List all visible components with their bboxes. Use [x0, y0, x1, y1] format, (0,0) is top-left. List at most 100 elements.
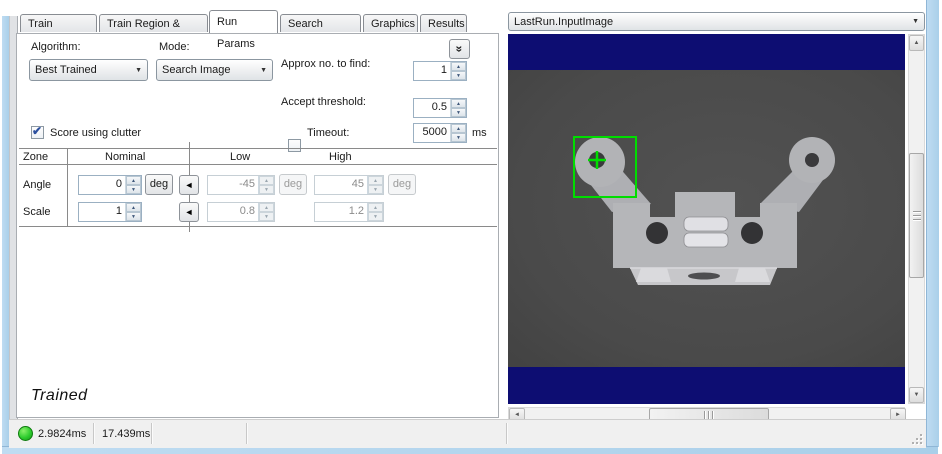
angle-row-label: Angle [23, 179, 52, 191]
spin-down-icon[interactable]: ▼ [451, 133, 466, 142]
tab-label: Graphics [371, 18, 416, 30]
tab-results[interactable]: Results [420, 14, 467, 32]
approx-count-label: Approx no. to find: [281, 58, 371, 70]
arrow-left-icon: ◄ [514, 412, 520, 418]
tab-train-params[interactable]: Train Params [20, 14, 97, 48]
angle-nominal-spinner[interactable]: 0 ▲ ▼ [78, 175, 142, 195]
angle-low-spinner: -45 ▲ ▼ [207, 175, 275, 195]
angle-low-unit-button: deg [279, 174, 307, 195]
chevron-down-icon: ▼ [260, 66, 267, 74]
scale-copy-left-button[interactable]: ◄ [179, 202, 199, 222]
scale-low-value: 0.8 [239, 205, 255, 217]
spin-up-icon[interactable]: ▲ [451, 62, 466, 71]
spin-up-icon[interactable]: ▲ [126, 176, 141, 185]
status-separator [246, 423, 248, 444]
tab-search-region[interactable]: Search Region [280, 14, 361, 48]
spin-down-icon: ▼ [259, 212, 274, 221]
angle-high-value: 45 [351, 178, 364, 190]
status-separator [93, 423, 95, 444]
scale-high-spinner: 1.2 ▲ ▼ [314, 202, 384, 222]
spin-down-icon[interactable]: ▼ [451, 71, 466, 80]
spin-down-icon[interactable]: ▼ [451, 108, 466, 117]
arrow-left-icon: ◄ [184, 207, 194, 217]
scroll-up-button[interactable]: ▲ [909, 35, 924, 51]
tab-label: Results [428, 18, 465, 30]
angle-nominal-value: 0 [115, 178, 122, 190]
vertical-scrollbar[interactable]: ▲ ▼ [908, 34, 925, 404]
thumb-grip-icon [704, 411, 714, 419]
approx-count-spinner[interactable]: 1 ▲ ▼ [413, 61, 467, 81]
status-time-tool: 17.439ms [102, 428, 151, 440]
timeout-spinner[interactable]: 5000 ▲ ▼ [413, 123, 467, 143]
table-divider-zone [67, 148, 68, 226]
tab-graphics[interactable]: Graphics [363, 14, 418, 32]
angle-high-unit-button: deg [388, 174, 416, 195]
arrow-left-icon: ◄ [184, 180, 194, 190]
trained-state-label: Trained [31, 387, 88, 404]
low-header: Low [230, 151, 251, 163]
spin-down-icon[interactable]: ▼ [126, 212, 141, 221]
spin-down-icon: ▼ [368, 212, 383, 221]
angle-low-value: -45 [239, 178, 255, 190]
accept-threshold-spinner[interactable]: 0.5 ▲ ▼ [413, 98, 467, 118]
image-display[interactable] [508, 70, 905, 367]
right-ear-hole [805, 153, 819, 167]
algorithm-value: Best Trained [35, 64, 97, 76]
spin-up-icon: ▲ [368, 203, 383, 212]
scroll-down-button[interactable]: ▼ [909, 387, 924, 403]
status-separator [151, 423, 153, 444]
chevron-down-icon: ▼ [912, 18, 919, 25]
algorithm-select[interactable]: Best Trained ▼ [29, 59, 148, 81]
spin-up-icon: ▲ [368, 176, 383, 185]
table-line-header [19, 164, 497, 165]
record-selector[interactable]: LastRun.InputImage ▼ [508, 12, 925, 31]
angle-unit-button[interactable]: deg [145, 174, 173, 195]
scale-row-label: Scale [23, 206, 51, 218]
mode-label: Mode: [159, 41, 190, 53]
mode-select[interactable]: Search Image ▼ [156, 59, 273, 81]
angle-high-spinner: 45 ▲ ▼ [314, 175, 384, 195]
record-selector-value: LastRun.InputImage [514, 15, 614, 28]
high-header: High [329, 151, 352, 163]
arrow-down-icon: ▼ [913, 392, 920, 398]
table-line-top [19, 148, 497, 149]
image-letterbox-bottom [508, 367, 905, 404]
approx-count-value: 1 [440, 64, 447, 76]
spin-up-icon[interactable]: ▲ [451, 99, 466, 108]
scale-nominal-spinner[interactable]: 1 ▲ ▼ [78, 202, 142, 222]
algorithm-label: Algorithm: [31, 41, 81, 53]
timeout-checkbox[interactable] [288, 139, 301, 152]
thumb-grip-icon [912, 210, 921, 221]
spin-up-icon[interactable]: ▲ [451, 124, 466, 133]
spin-down-icon: ▼ [259, 185, 274, 194]
spin-up-icon[interactable]: ▲ [126, 203, 141, 212]
window-border-left [2, 16, 9, 447]
chevron-down-icon: ▼ [135, 66, 142, 74]
angle-copy-left-button[interactable]: ◄ [179, 175, 199, 195]
vertical-scroll-thumb[interactable] [909, 153, 924, 278]
score-clutter-checkbox[interactable]: ✔ [31, 124, 44, 139]
status-time-total: 2.9824ms [38, 428, 87, 440]
score-clutter-label: Score using clutter [50, 127, 142, 139]
arrow-right-icon: ► [895, 412, 901, 418]
tab-run-params[interactable]: Run Params [209, 10, 278, 50]
bracket-image [508, 70, 905, 367]
spin-up-icon: ▲ [259, 203, 274, 212]
accept-threshold-label: Accept threshold: [281, 96, 366, 108]
nominal-header: Nominal [105, 151, 146, 163]
tab-train-region-origin[interactable]: Train Region & Origin [99, 14, 208, 48]
timeout-value: 5000 [422, 126, 447, 138]
timeout-label: Timeout: [307, 127, 350, 139]
accept-threshold-value: 0.5 [431, 101, 447, 113]
spin-down-icon[interactable]: ▼ [126, 185, 141, 194]
vision-tool-window: Train Params Train Region & Origin Run P… [0, 0, 942, 454]
body-hole-right [741, 222, 763, 244]
collapse-button[interactable]: » [449, 39, 470, 59]
zone-header: Zone [23, 151, 49, 163]
arrow-up-icon: ▲ [913, 40, 920, 46]
status-led-icon [18, 426, 33, 441]
image-letterbox-top [508, 34, 905, 70]
scale-nominal-value: 1 [115, 205, 122, 217]
scale-low-spinner: 0.8 ▲ ▼ [207, 202, 275, 222]
resize-grip-icon[interactable] [912, 434, 922, 444]
